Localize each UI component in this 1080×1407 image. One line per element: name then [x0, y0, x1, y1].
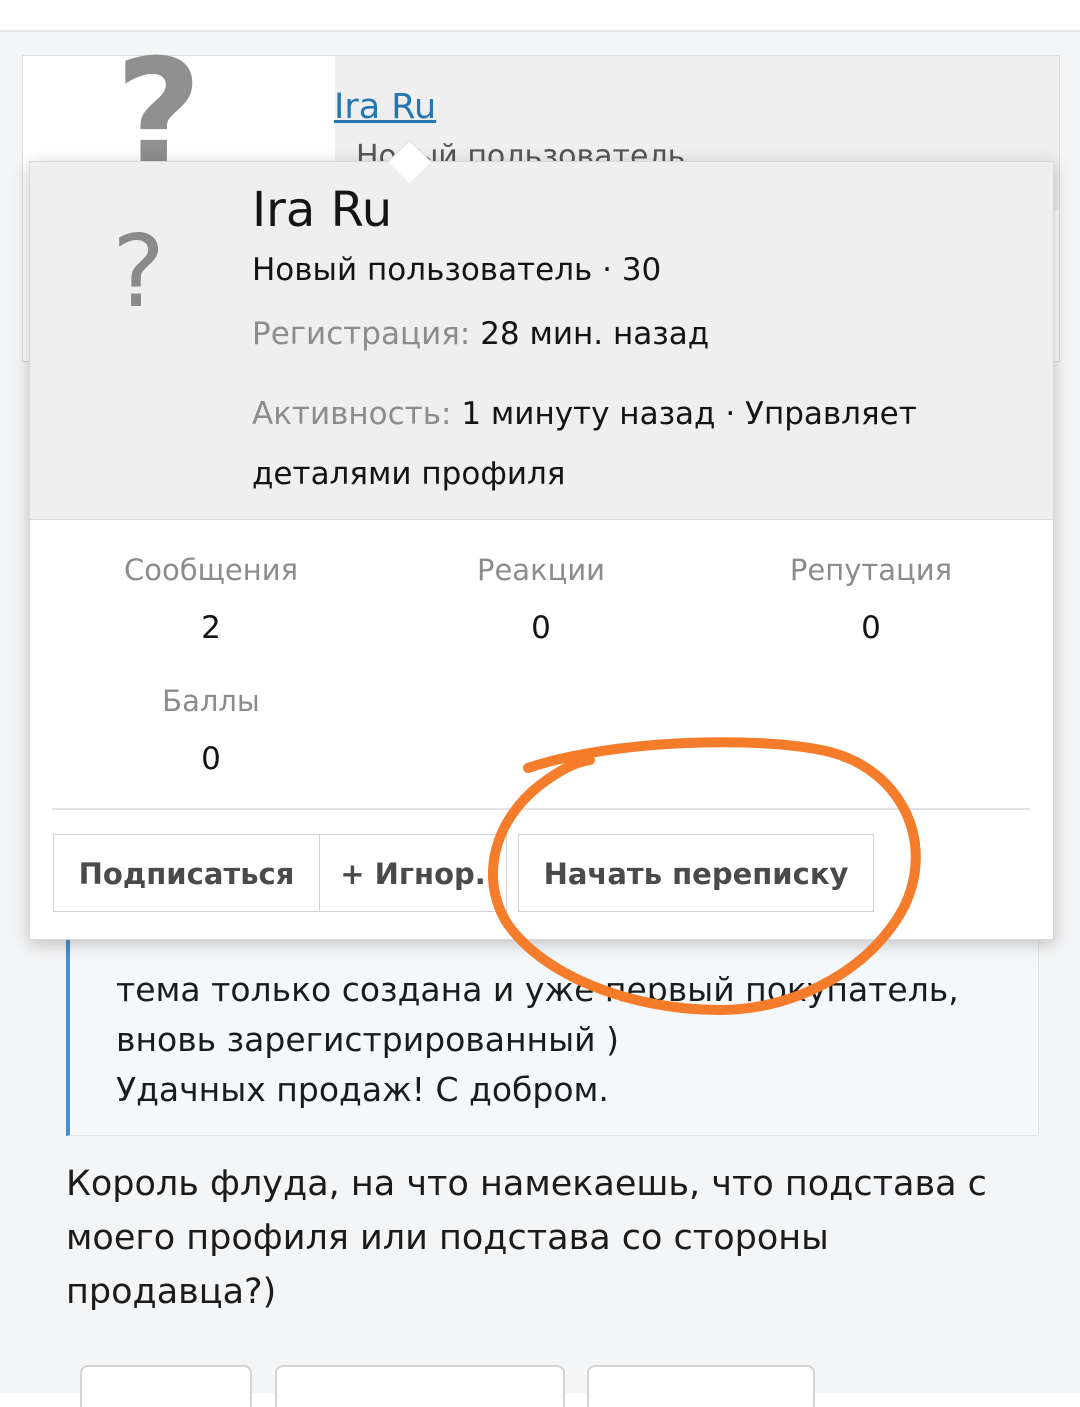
annotation-circle	[487, 737, 921, 1016]
annotation-stroke	[487, 737, 921, 1016]
